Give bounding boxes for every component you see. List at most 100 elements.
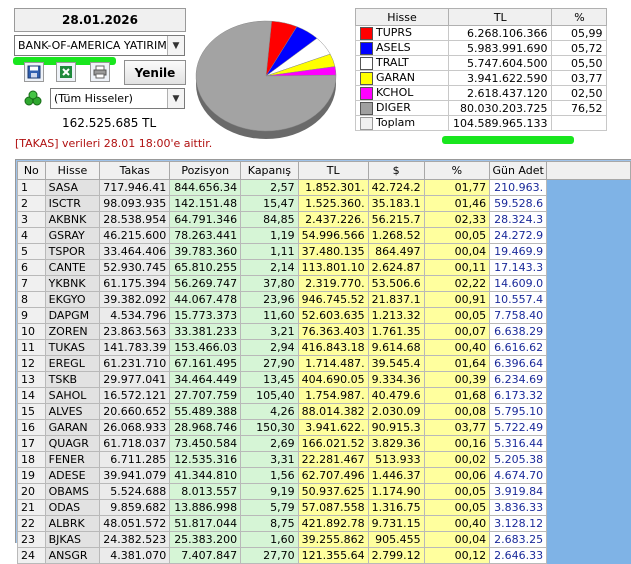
column-header[interactable]: Hisse <box>44 161 101 180</box>
row-filler <box>546 227 631 244</box>
row-filler <box>546 515 631 532</box>
table-row[interactable]: 18 FENER 6.711.285 12.535.316 3,31 22.281.467… <box>17 451 631 468</box>
save-button[interactable] <box>24 62 44 82</box>
column-header[interactable]: Pozisyon <box>169 161 242 180</box>
table-row[interactable]: 17 QUAGR 61.718.037 73.450.584 2,69 166.021.5… <box>17 435 631 452</box>
column-header[interactable]: % <box>423 161 491 180</box>
cell-tl: 54.996.566 <box>297 227 369 244</box>
column-header[interactable]: Kapanış <box>240 161 299 180</box>
table-row[interactable]: 19 ADESE 39.941.079 41.344.810 1,56 62.707.49… <box>17 467 631 484</box>
summary-header-tl[interactable]: TL <box>447 8 553 26</box>
table-row[interactable]: 1 SASA 717.946.41 844.656.34 2,57 1.852.301. 4… <box>17 179 631 196</box>
cell-no: 11 <box>17 339 46 356</box>
cell-tl: 22.281.467 <box>297 451 369 468</box>
row-filler <box>546 547 631 564</box>
cell-takas: 48.051.572 <box>99 515 171 532</box>
table-row[interactable]: 23 BJKAS 24.382.523 25.383.200 1,60 39.255.86… <box>17 531 631 548</box>
column-header[interactable]: Gün Adet <box>489 161 548 180</box>
cell-takas: 4.534.796 <box>99 307 171 324</box>
cell-pct: 00,11 <box>423 259 491 276</box>
cell-symbol: YKBNK <box>44 275 101 292</box>
chevron-down-icon[interactable]: ▼ <box>167 36 184 55</box>
table-row[interactable]: 7 YKBNK 61.175.394 56.269.747 37,80 2.319.770… <box>17 275 631 292</box>
cell-no: 7 <box>17 275 46 292</box>
summary-row[interactable]: GARAN 3.941.622.590 03,77 <box>355 70 608 86</box>
column-header[interactable]: No <box>17 161 46 180</box>
column-header[interactable]: TL <box>297 161 369 180</box>
print-button[interactable] <box>90 62 110 82</box>
table-row[interactable]: 8 EKGYO 39.382.092 44.067.478 23,96 946.745.5… <box>17 291 631 308</box>
table-row[interactable]: 24 ANSGR 4.381.070 7.407.847 27,70 121.355.64… <box>17 547 631 564</box>
cell-gun-adet: 6.638.29 <box>489 323 548 340</box>
summary-row[interactable]: TUPRS 6.268.106.366 05,99 <box>355 25 608 41</box>
table-row[interactable]: 16 GARAN 26.068.933 28.968.746 150,30 3.941.6… <box>17 419 631 436</box>
cell-usd: 9.334.36 <box>367 371 425 388</box>
filter-select[interactable]: (Tüm Hisseler) ▼ <box>50 88 185 109</box>
chevron-down-icon[interactable]: ▼ <box>167 89 184 108</box>
column-header[interactable]: Takas <box>99 161 171 180</box>
column-header[interactable]: $ <box>367 161 425 180</box>
summary-total-empty <box>551 115 608 131</box>
table-row[interactable]: 11 TUKAS 141.783.39 153.466.03 2,94 416.843.1… <box>17 339 631 356</box>
table-row[interactable]: 15 ALVES 20.660.652 55.489.388 4,26 88.014.38… <box>17 403 631 420</box>
table-row[interactable]: 10 ZOREN 23.863.563 33.381.233 3,21 76.363.40… <box>17 323 631 340</box>
summary-row[interactable]: ASELS 5.983.991.690 05,72 <box>355 40 608 56</box>
cell-pozisyon: 67.161.495 <box>169 355 242 372</box>
table-row[interactable]: 20 OBAMS 5.524.688 8.013.557 9,19 50.937.625 1… <box>17 483 631 500</box>
cell-pct: 03,77 <box>423 419 491 436</box>
color-swatch <box>360 101 373 115</box>
summary-row[interactable]: KCHOL 2.618.437.120 02,50 <box>355 85 608 101</box>
summary-header-pct[interactable]: % <box>551 8 608 26</box>
cell-tl: 404.690.05 <box>297 371 369 388</box>
cell-pozisyon: 12.535.316 <box>169 451 242 468</box>
color-swatch <box>360 56 373 70</box>
cell-kapanis: 4,26 <box>240 403 299 420</box>
print-icon <box>93 65 107 79</box>
table-row[interactable]: 12 EREGL 61.231.710 67.161.495 27,90 1.714.48… <box>17 355 631 372</box>
summary-row[interactable]: DIGER 80.030.203.725 76,52 <box>355 100 608 116</box>
cell-gun-adet: 3.919.84 <box>489 483 548 500</box>
refresh-button[interactable]: Yenile <box>124 60 186 85</box>
cell-no: 23 <box>17 531 46 548</box>
cell-kapanis: 2,57 <box>240 179 299 196</box>
cell-pct: 02,33 <box>423 211 491 228</box>
cell-takas: 6.711.285 <box>99 451 171 468</box>
cell-gun-adet: 6.396.64 <box>489 355 548 372</box>
table-row[interactable]: 14 SAHOL 16.572.121 27.707.759 105,40 1.754.9… <box>17 387 631 404</box>
table-row[interactable]: 4 GSRAY 46.215.600 78.263.441 1,19 54.996.566… <box>17 227 631 244</box>
cell-takas: 46.215.600 <box>99 227 171 244</box>
row-filler <box>546 419 631 436</box>
cell-pozisyon: 8.013.557 <box>169 483 242 500</box>
table-row[interactable]: 6 CANTE 52.930.745 65.810.255 2,14 113.801.10… <box>17 259 631 276</box>
table-row[interactable]: 2 ISCTR 98.093.935 142.151.48 15,47 1.525.360… <box>17 195 631 212</box>
summary-header-hisse[interactable]: Hisse <box>355 8 449 26</box>
cell-pct: 00,39 <box>423 371 491 388</box>
cell-takas: 28.538.954 <box>99 211 171 228</box>
cell-usd: 21.837.1 <box>367 291 425 308</box>
cell-takas: 4.381.070 <box>99 547 171 564</box>
cell-pozisyon: 39.783.360 <box>169 243 242 260</box>
table-row[interactable]: 5 TSPOR 33.464.406 39.783.360 1,11 37.480.135… <box>17 243 631 260</box>
cell-symbol: BJKAS <box>44 531 101 548</box>
cell-gun-adet: 3.836.33 <box>489 499 548 516</box>
table-row[interactable]: 9 DAPGM 4.534.796 15.773.373 11,60 52.603.635… <box>17 307 631 324</box>
summary-row[interactable]: TRALT 5.747.604.500 05,50 <box>355 55 608 71</box>
cell-tl: 39.255.862 <box>297 531 369 548</box>
cell-usd: 39.545.4 <box>367 355 425 372</box>
group-icon[interactable] <box>24 90 42 106</box>
table-row[interactable]: 21 ODAS 9.859.682 13.886.998 5,79 57.087.558 1… <box>17 499 631 516</box>
broker-select[interactable]: BANK-OF-AMERICA YATIRIM ▼ <box>14 35 185 56</box>
summary-cell-pct: 03,77 <box>551 70 608 86</box>
table-row[interactable]: 3 AKBNK 28.538.954 64.791.346 84,85 2.437.226… <box>17 211 631 228</box>
cell-gun-adet: 210.963. <box>489 179 548 196</box>
excel-export-button[interactable] <box>56 62 76 82</box>
cell-kapanis: 5,79 <box>240 499 299 516</box>
color-swatch <box>360 41 373 55</box>
cell-tl: 1.525.360. <box>297 195 369 212</box>
table-row[interactable]: 13 TSKB 29.977.041 34.464.449 13,45 404.690.0… <box>17 371 631 388</box>
cell-tl: 1.754.987. <box>297 387 369 404</box>
table-row[interactable]: 22 ALBRK 48.051.572 51.817.044 8,75 421.892.7… <box>17 515 631 532</box>
cell-symbol: DAPGM <box>44 307 101 324</box>
cell-pozisyon: 13.886.998 <box>169 499 242 516</box>
color-swatch <box>360 86 373 100</box>
